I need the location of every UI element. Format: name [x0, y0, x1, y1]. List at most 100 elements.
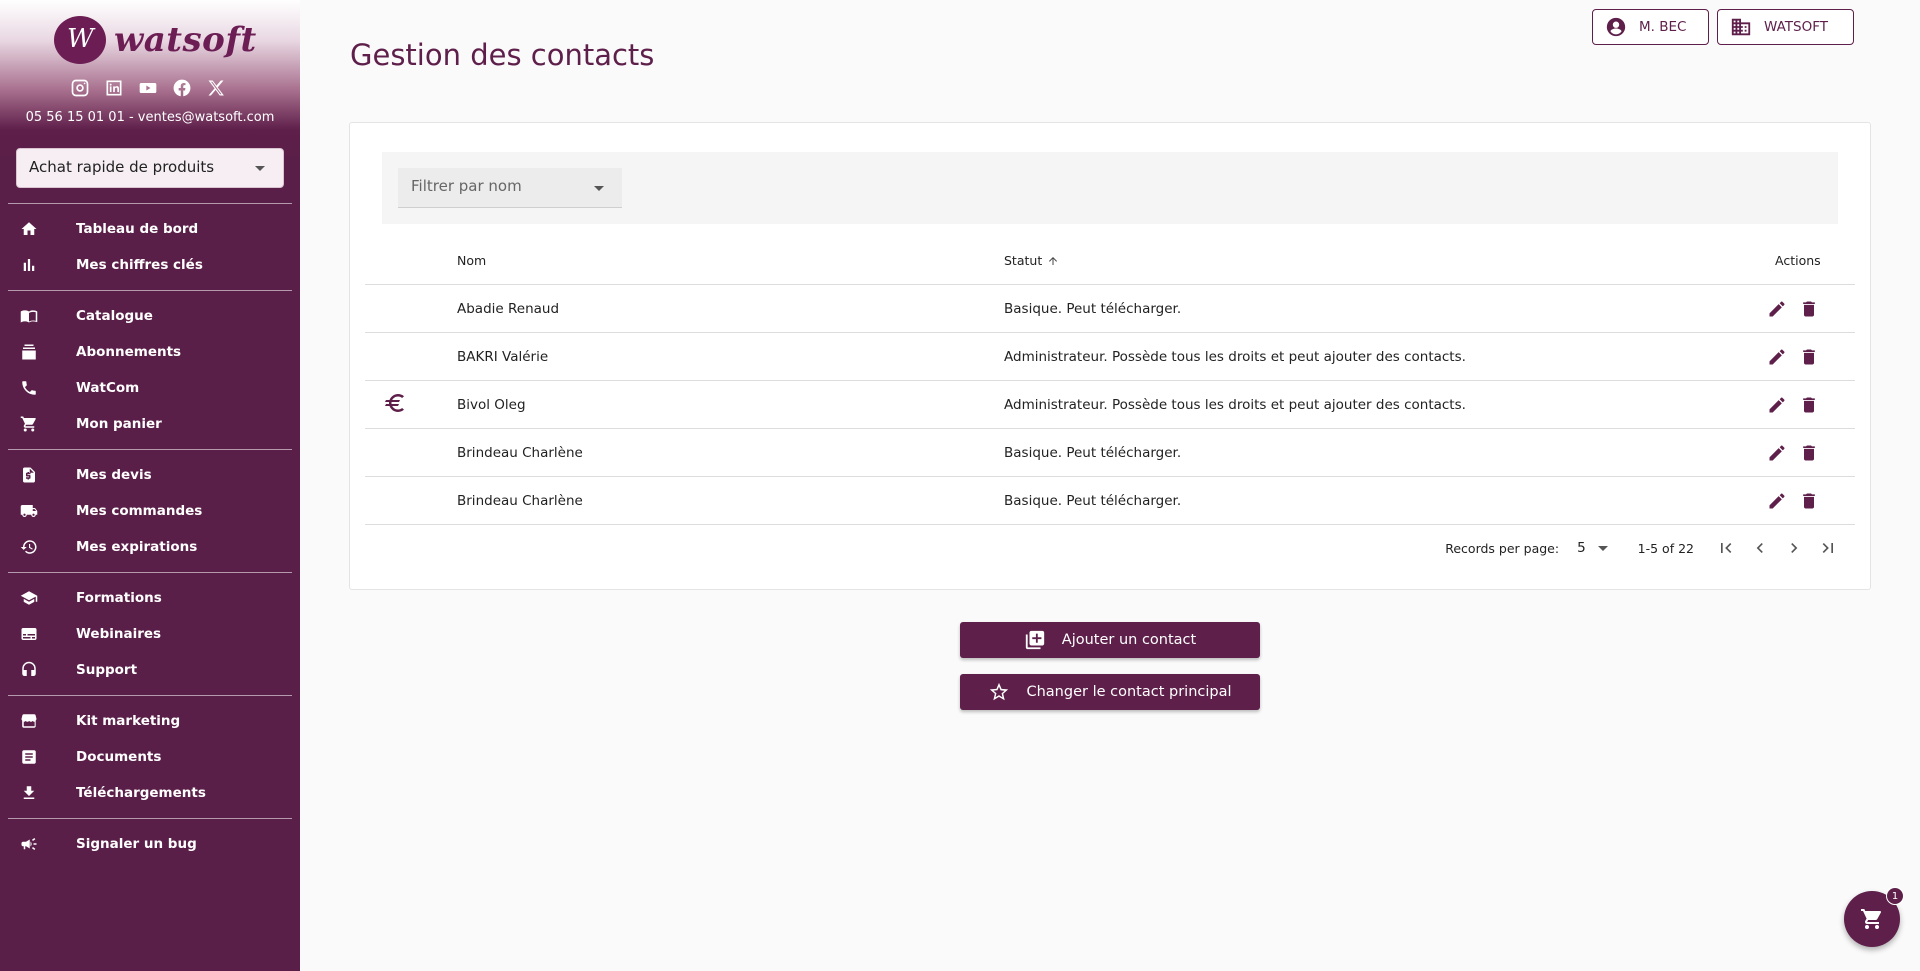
cart-fab-button[interactable]: 1: [1844, 887, 1904, 947]
last-page-icon[interactable]: [1818, 538, 1838, 558]
sidebar-item-quotes[interactable]: Mes devis: [0, 457, 300, 493]
delete-icon[interactable]: [1799, 443, 1819, 463]
linkedin-icon[interactable]: [104, 78, 124, 98]
euro-icon: [383, 391, 407, 419]
contacts-table: Nom Statut Actions Abadie Renaud Basique…: [365, 237, 1855, 525]
sidebar-item-label: Catalogue: [76, 308, 153, 324]
sidebar-item-support[interactable]: Support: [0, 652, 300, 688]
row-actions: [1727, 395, 1855, 415]
filter-bar: Filtrer par nom: [382, 152, 1838, 224]
school-icon: [20, 589, 38, 607]
contact-name: Brindeau Charlène: [457, 492, 583, 509]
logo-mark-icon: [54, 16, 106, 64]
column-header-status-label: Statut: [1004, 253, 1043, 268]
sidebar-item-label: Documents: [76, 749, 162, 765]
sidebar-item-report-bug[interactable]: Signaler un bug: [0, 826, 300, 862]
sidebar-item-dashboard[interactable]: Tableau de bord: [0, 211, 300, 247]
delete-icon[interactable]: [1799, 395, 1819, 415]
sidebar-item-label: Abonnements: [76, 344, 182, 360]
contact-status: Administrateur. Possède tous les droits …: [1004, 348, 1466, 365]
add-contact-button[interactable]: Ajouter un contact: [960, 622, 1260, 658]
sidebar-item-webinars[interactable]: Webinaires: [0, 616, 300, 652]
star-outline-icon: [990, 682, 1009, 701]
user-account-button[interactable]: M. BEC: [1592, 9, 1709, 45]
sidebar: watsoft 05 56 15 01 01 - ventes@watsoft.…: [0, 0, 300, 971]
edit-icon[interactable]: [1767, 395, 1787, 415]
quick-buy-value: Achat rapide de produits: [29, 158, 215, 176]
edit-icon[interactable]: [1767, 347, 1787, 367]
rows-per-page-select[interactable]: 5: [1577, 540, 1608, 556]
contact-status: Basique. Peut télécharger.: [1004, 492, 1182, 509]
sidebar-item-label: WatCom: [76, 380, 140, 396]
sidebar-item-expirations[interactable]: Mes expirations: [0, 529, 300, 565]
sidebar-item-subscriptions[interactable]: Abonnements: [0, 334, 300, 370]
contact-name: Abadie Renaud: [457, 300, 560, 317]
sidebar-item-label: Formations: [76, 590, 162, 606]
instagram-icon[interactable]: [70, 78, 90, 98]
sidebar-item-orders[interactable]: Mes commandes: [0, 493, 300, 529]
x-icon[interactable]: [206, 78, 226, 98]
sidebar-item-trainings[interactable]: Formations: [0, 580, 300, 616]
sidebar-item-label: Kit marketing: [76, 713, 181, 729]
sidebar-item-key-figures[interactable]: Mes chiffres clés: [0, 247, 300, 283]
edit-icon[interactable]: [1767, 491, 1787, 511]
table-row: Bivol Oleg Administrateur. Possède tous …: [365, 381, 1855, 429]
sidebar-item-watcom[interactable]: WatCom: [0, 370, 300, 406]
page-navigation: [1716, 538, 1838, 558]
page-range: 1-5 of 22: [1637, 540, 1694, 556]
column-header-actions: Actions: [1775, 253, 1821, 268]
account-circle-icon: [1606, 17, 1626, 37]
user-name: M. BEC: [1639, 19, 1687, 35]
table-row: Abadie Renaud Basique. Peut télécharger.: [365, 285, 1855, 333]
sidebar-item-cart[interactable]: Mon panier: [0, 406, 300, 442]
first-page-icon[interactable]: [1716, 538, 1736, 558]
quote-doc-icon: [20, 466, 38, 484]
rows-per-page-value: 5: [1577, 540, 1586, 556]
sidebar-item-label: Mon panier: [76, 416, 162, 432]
row-actions: [1727, 299, 1855, 319]
name-filter-select[interactable]: Filtrer par nom: [398, 168, 622, 208]
edit-icon[interactable]: [1767, 443, 1787, 463]
facebook-icon[interactable]: [172, 78, 192, 98]
row-icon-cell: [365, 391, 457, 419]
logo-text: watsoft: [114, 20, 257, 60]
sidebar-item-catalogue[interactable]: Catalogue: [0, 298, 300, 334]
sidebar-item-documents[interactable]: Documents: [0, 739, 300, 775]
add-library-icon: [1025, 630, 1044, 650]
column-header-status[interactable]: Statut: [1004, 253, 1727, 268]
quick-buy-select[interactable]: Achat rapide de produits: [16, 148, 284, 188]
sidebar-nav: Tableau de bord Mes chiffres clés Catalo…: [0, 203, 300, 869]
social-links: [70, 78, 226, 98]
youtube-icon[interactable]: [138, 78, 158, 98]
history-icon: [20, 538, 38, 556]
column-header-name[interactable]: Nom: [457, 253, 1004, 268]
chevron-down-icon: [255, 166, 265, 171]
sidebar-item-marketing-kit[interactable]: Kit marketing: [0, 703, 300, 739]
truck-icon: [20, 502, 38, 520]
sidebar-item-downloads[interactable]: Téléchargements: [0, 775, 300, 811]
sidebar-item-label: Signaler un bug: [76, 836, 197, 852]
watsoft-logo[interactable]: watsoft: [54, 16, 257, 64]
contact-status: Administrateur. Possède tous les droits …: [1004, 396, 1466, 413]
change-main-contact-button[interactable]: Changer le contact principal: [960, 674, 1260, 710]
sidebar-item-label: Tableau de bord: [76, 221, 199, 237]
campaign-icon: [20, 835, 38, 853]
delete-icon[interactable]: [1799, 347, 1819, 367]
edit-icon[interactable]: [1767, 299, 1787, 319]
cart-icon: [1861, 909, 1881, 929]
home-icon: [20, 220, 38, 238]
rows-per-page-label: Records per page:: [1445, 540, 1560, 556]
sidebar-item-label: Webinaires: [76, 626, 162, 642]
company-name: WATSOFT: [1764, 19, 1829, 35]
contact-status: Basique. Peut télécharger.: [1004, 300, 1182, 317]
row-actions: [1727, 491, 1855, 511]
company-button[interactable]: WATSOFT: [1717, 9, 1854, 45]
table-row: BAKRI Valérie Administrateur. Possède to…: [365, 333, 1855, 381]
delete-icon[interactable]: [1799, 299, 1819, 319]
delete-icon[interactable]: [1799, 491, 1819, 511]
next-page-icon[interactable]: [1784, 538, 1804, 558]
previous-page-icon[interactable]: [1750, 538, 1770, 558]
download-icon: [20, 784, 38, 802]
contact-status: Basique. Peut télécharger.: [1004, 444, 1182, 461]
sort-ascending-icon: [1047, 255, 1059, 267]
